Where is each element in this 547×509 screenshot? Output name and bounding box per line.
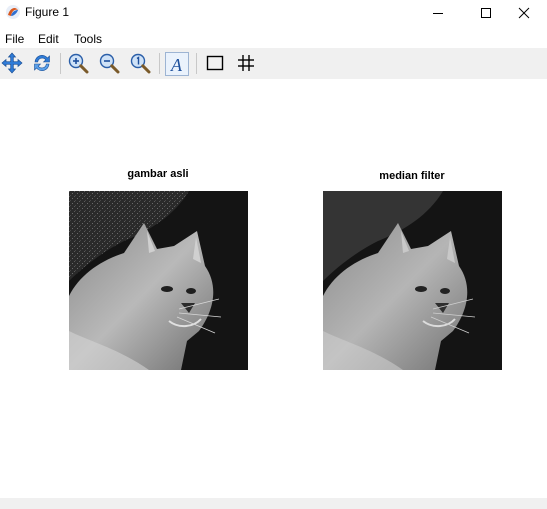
title-bar: Figure 1 [0,0,547,26]
text-insert-button[interactable]: A [165,52,189,76]
panel-title-original: gambar asli [127,168,189,180]
median-filter-image [323,191,502,370]
grid-icon [238,55,254,71]
rectangle-icon [206,55,224,71]
zoom-out-icon [99,53,120,74]
original-image [69,191,248,370]
menu-file[interactable]: File [5,32,24,46]
toolbar-separator [60,53,61,74]
pan-button[interactable] [0,51,24,75]
zoom-in-icon [68,53,89,74]
figure-canvas[interactable]: gambar asli median filter [0,79,547,498]
zoom-reset-icon [130,53,151,74]
rotate-button[interactable] [30,51,54,75]
zoom-in-button[interactable] [66,51,90,75]
pan-icon [1,52,23,74]
toolbar: A [0,48,547,79]
text-insert-icon: A [170,55,183,74]
zoom-out-button[interactable] [97,51,121,75]
window-title: Figure 1 [25,5,70,19]
menu-tools[interactable]: Tools [74,32,102,46]
rotate-icon [34,55,50,71]
status-bar [0,498,547,509]
minimize-icon [433,13,443,14]
maximize-icon [481,8,491,18]
menu-edit[interactable]: Edit [38,32,59,46]
close-button[interactable] [501,0,547,26]
zoom-reset-button[interactable] [128,51,152,75]
toolbar-separator [159,53,160,74]
svg-text:A: A [170,55,183,74]
close-icon [518,7,530,19]
panel-title-median-filter: median filter [379,170,445,182]
app-icon [6,5,20,19]
minimize-button[interactable] [415,0,461,26]
grid-button[interactable] [234,51,258,75]
rectangle-button[interactable] [203,51,227,75]
toolbar-separator [196,53,197,74]
menu-bar: File Edit Tools [0,28,547,48]
